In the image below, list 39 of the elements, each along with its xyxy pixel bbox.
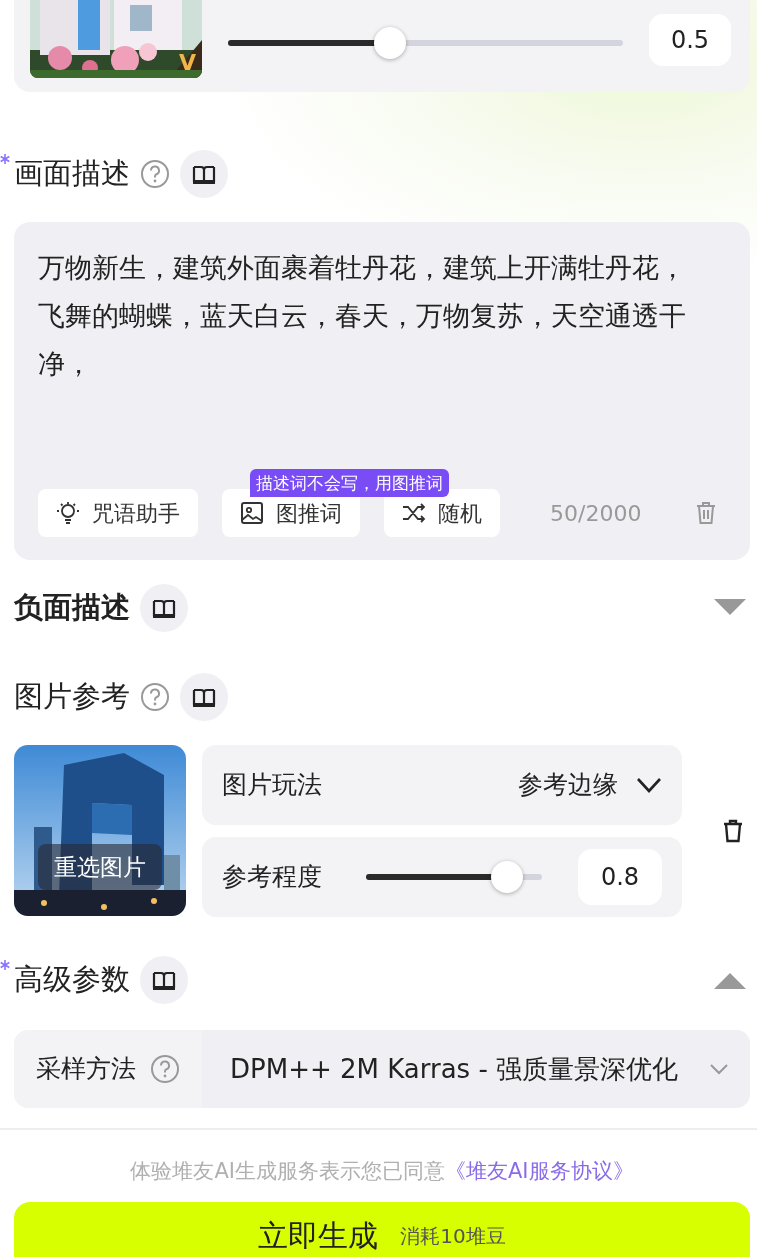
book-button[interactable] (180, 673, 228, 721)
prompt-field[interactable]: 万物新生，建筑外面裹着牡丹花，建筑上开满牡丹花，飞舞的蝴蝶，蓝天白云，春天，万物复苏，天空通透干净， 描述词不会写，用图推词 咒语助手 图推词 随机 50/2000 (14, 222, 750, 560)
field-label: 采样方法 (36, 1053, 136, 1086)
section-title: 画面描述 (14, 158, 130, 190)
expand-icon[interactable] (714, 599, 746, 617)
character-count: 50/2000 (550, 499, 642, 528)
tool-button[interactable]: 咒语助手 (38, 489, 198, 537)
reselect-button[interactable]: 重选图片 (38, 844, 162, 890)
mode-select[interactable]: 图片玩法 参考边缘 (202, 744, 682, 825)
help-icon (150, 1054, 180, 1084)
slider[interactable] (228, 27, 623, 59)
agreement-link[interactable]: 《堆友AI服务协议》 (445, 1159, 634, 1183)
trash-icon[interactable] (722, 818, 744, 843)
value-field[interactable]: 0.8 (578, 848, 662, 905)
slider[interactable] (366, 860, 542, 893)
book-button[interactable] (140, 584, 188, 632)
section-title: 负面描述 (14, 592, 130, 624)
generate-button[interactable]: 立即生成 消耗10堆豆 (14, 1202, 750, 1257)
section-title: 高级参数 (14, 964, 130, 996)
tooltip: 描述词不会写，用图推词 (250, 469, 449, 497)
book-button[interactable] (180, 150, 228, 198)
field-label: 参考程度 (222, 860, 322, 893)
prompt-text: 万物新生，建筑外面裹着牡丹花，建筑上开满牡丹花，飞舞的蝴蝶，蓝天白云，春天，万物复苏，天空通透干净， (38, 251, 687, 381)
vip-label: V (178, 52, 196, 74)
shuffle-icon (402, 501, 426, 525)
slider-thumb[interactable] (490, 860, 523, 893)
bulb-icon (56, 501, 80, 525)
cost-text: 消耗10堆豆 (400, 1222, 506, 1250)
button-label: 立即生成 (258, 1217, 379, 1255)
value-field[interactable]: 0.5 (649, 14, 731, 66)
image-icon (240, 501, 264, 525)
collapse-icon[interactable] (714, 971, 746, 989)
agreement-text: 体验堆友AI生成服务表示您已同意《堆友AI服务协议》 (129, 1158, 635, 1185)
field-label: 图片玩法 (222, 768, 322, 801)
book-button[interactable] (140, 956, 188, 1004)
chevron-icon (710, 1063, 728, 1075)
section-title: 图片参考 (14, 681, 130, 713)
slider-thumb[interactable] (373, 27, 406, 59)
select-value: 参考边缘 (518, 768, 618, 801)
